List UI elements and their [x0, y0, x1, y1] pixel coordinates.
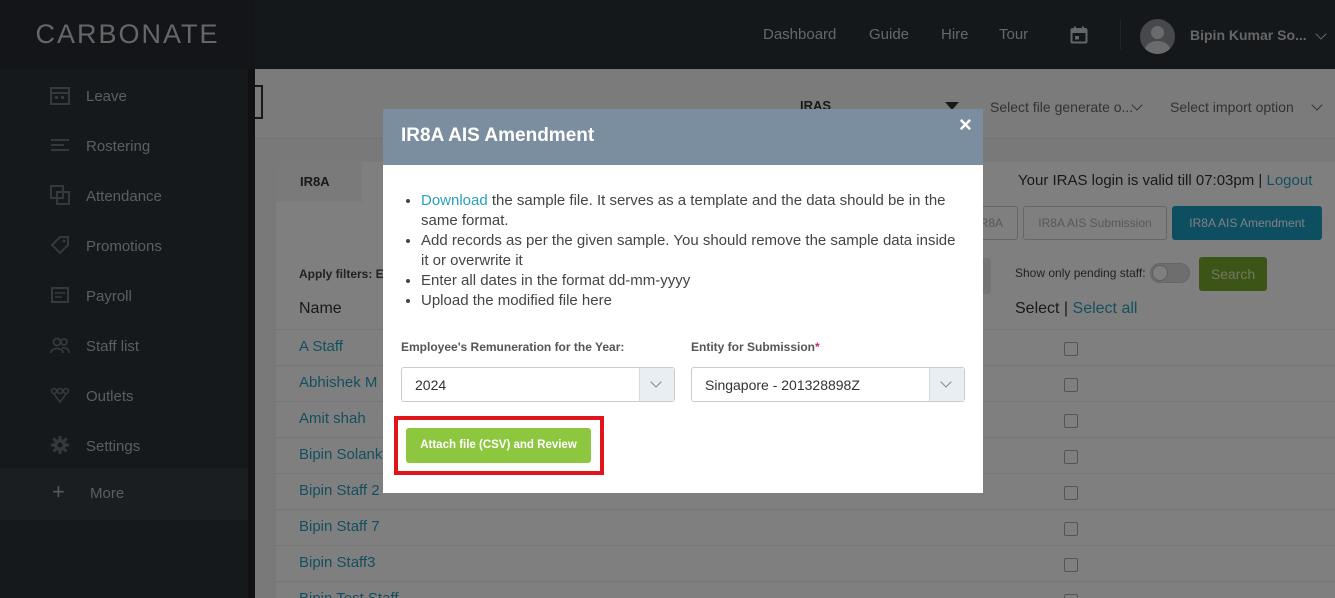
required-marker: * [815, 340, 820, 354]
modal-header: IR8A AIS Amendment × [383, 109, 983, 165]
instruction-text: the sample file. It serves as a template… [421, 192, 946, 229]
list-item: Add records as per the given sample. You… [421, 231, 961, 271]
entity-value: Singapore - 201328898Z [705, 377, 860, 393]
instructions-list: Download the sample file. It serves as a… [421, 191, 961, 311]
download-link[interactable]: Download [421, 192, 488, 209]
amendment-modal: IR8A AIS Amendment × Download the sample… [383, 109, 983, 493]
list-item: Enter all dates in the format dd-mm-yyyy [421, 271, 961, 291]
entity-label: Entity for Submission* [691, 340, 820, 354]
entity-label-text: Entity for Submission [691, 340, 816, 354]
chevron-down-icon[interactable] [639, 368, 674, 401]
modal-title: IR8A AIS Amendment [401, 125, 595, 146]
chevron-down-icon[interactable] [929, 368, 964, 401]
entity-select[interactable]: Singapore - 201328898Z [691, 367, 965, 402]
year-select[interactable]: 2024 [401, 367, 675, 402]
list-item: Download the sample file. It serves as a… [421, 191, 961, 231]
list-item: Upload the modified file here [421, 291, 961, 311]
attach-file-button[interactable]: Attach file (CSV) and Review [406, 428, 591, 463]
close-icon[interactable]: × [959, 112, 972, 138]
year-value: 2024 [415, 377, 447, 393]
year-label: Employee's Remuneration for the Year: [401, 340, 625, 354]
